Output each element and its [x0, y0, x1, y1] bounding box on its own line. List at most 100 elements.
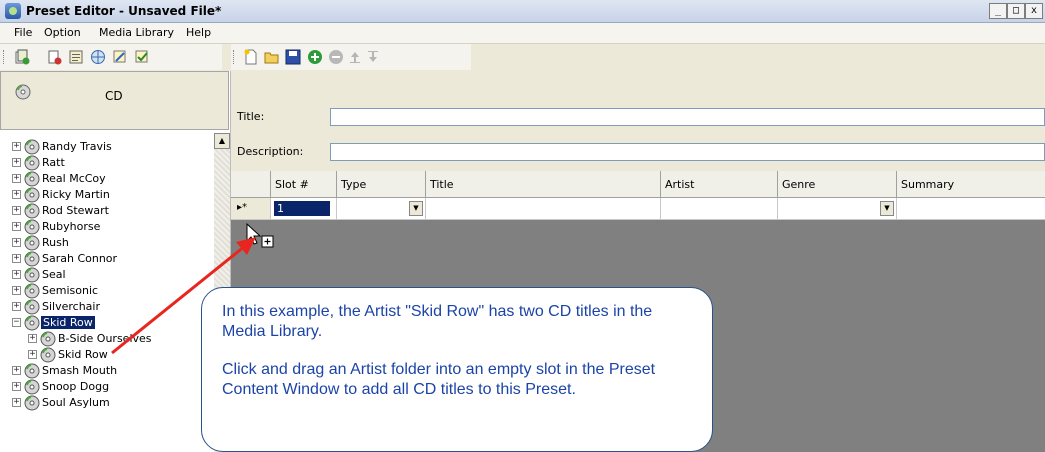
callout-text-1: In this example, the Artist "Skid Row" h…: [222, 303, 653, 340]
tree-item-snoop-dogg[interactable]: + Snoop Dogg: [0, 379, 214, 395]
tree-item-label: Seal: [42, 268, 66, 281]
column-title[interactable]: Title: [426, 171, 661, 197]
artist-cell[interactable]: [661, 198, 778, 220]
window-controls: _ □ x: [989, 3, 1043, 19]
expand-icon[interactable]: +: [12, 302, 21, 311]
summary-cell[interactable]: [897, 198, 1045, 220]
artist-cd-icon: [24, 235, 40, 251]
minimize-button[interactable]: _: [989, 3, 1007, 19]
callout-text-2: Click and drag an Artist folder into an …: [222, 361, 656, 398]
menu-media-library[interactable]: Media Library: [99, 26, 174, 39]
slot-cell[interactable]: 1: [271, 198, 337, 220]
column-artist[interactable]: Artist: [661, 171, 778, 197]
globe-icon[interactable]: [90, 49, 106, 65]
check-tags-icon[interactable]: [134, 49, 150, 65]
tree-item-randy-travis[interactable]: + Randy Travis: [0, 139, 214, 155]
description-input[interactable]: [330, 143, 1045, 161]
expand-icon[interactable]: +: [28, 350, 37, 359]
properties-icon[interactable]: [68, 49, 84, 65]
open-folder-icon[interactable]: [264, 49, 280, 65]
expand-icon[interactable]: +: [12, 222, 21, 231]
column-genre[interactable]: Genre: [778, 171, 897, 197]
description-label: Description:: [237, 145, 304, 158]
artist-cd-icon: [24, 315, 40, 331]
type-cell[interactable]: ▼: [337, 198, 426, 220]
expand-icon[interactable]: +: [12, 190, 21, 199]
help-callout: In this example, the Artist "Skid Row" h…: [201, 287, 713, 452]
menu-file[interactable]: File: [14, 26, 32, 39]
menu-option[interactable]: Option: [44, 26, 81, 39]
title-label: Title:: [237, 110, 265, 123]
edit-tags-icon[interactable]: [112, 49, 128, 65]
collapse-icon[interactable]: −: [12, 318, 21, 327]
artist-cd-icon: [24, 139, 40, 155]
artist-cd-icon: [24, 155, 40, 171]
expand-icon[interactable]: +: [12, 398, 21, 407]
window-title: Preset Editor - Unsaved File*: [26, 4, 222, 18]
expand-icon[interactable]: +: [12, 270, 21, 279]
column-slot[interactable]: Slot #: [271, 171, 337, 197]
expand-icon[interactable]: +: [12, 142, 21, 151]
expand-icon[interactable]: +: [12, 366, 21, 375]
tree-item-label: Randy Travis: [42, 140, 112, 153]
close-button[interactable]: x: [1025, 3, 1043, 19]
expand-icon[interactable]: +: [12, 382, 21, 391]
cd-label: CD: [105, 89, 123, 103]
tree-item-soul-asylum[interactable]: + Soul Asylum: [0, 395, 214, 411]
cd-icon: [15, 84, 31, 100]
move-down-icon[interactable]: [365, 49, 381, 65]
title-input[interactable]: [330, 108, 1045, 126]
tree-item-real-mccoy[interactable]: + Real McCoy: [0, 171, 214, 187]
type-dropdown-icon[interactable]: ▼: [409, 201, 423, 216]
artist-cd-icon: [24, 203, 40, 219]
tree-item-label: Silverchair: [42, 300, 100, 313]
app-icon: [5, 3, 21, 19]
expand-icon[interactable]: +: [12, 238, 21, 247]
toolbar-grip[interactable]: [3, 50, 7, 64]
genre-dropdown-icon[interactable]: ▼: [880, 201, 894, 216]
expand-icon[interactable]: +: [12, 254, 21, 263]
artist-cd-icon: [24, 171, 40, 187]
add-slot-icon[interactable]: [307, 49, 323, 65]
artist-cd-icon: [24, 283, 40, 299]
expand-icon[interactable]: +: [12, 206, 21, 215]
tree-item-ricky-martin[interactable]: + Ricky Martin: [0, 187, 214, 203]
tree-item-label: Snoop Dogg: [42, 380, 110, 393]
artist-cd-icon: [24, 267, 40, 283]
toolbar-grip-2[interactable]: [233, 50, 237, 64]
genre-cell[interactable]: ▼: [778, 198, 897, 220]
save-icon[interactable]: [285, 49, 301, 65]
column-summary[interactable]: Summary: [897, 171, 1045, 197]
menu-help[interactable]: Help: [186, 26, 211, 39]
remove-slot-icon[interactable]: [328, 49, 344, 65]
table-row[interactable]: ▸* 1 ▼ ▼: [231, 198, 1045, 220]
title-cell[interactable]: [426, 198, 661, 220]
add-library-icon[interactable]: [14, 49, 30, 65]
maximize-button[interactable]: □: [1007, 3, 1025, 19]
artist-cd-icon: [24, 251, 40, 267]
expand-icon[interactable]: +: [28, 334, 37, 343]
preset-toolbar: [231, 44, 471, 70]
artist-cd-icon: [24, 363, 40, 379]
tree-item-rod-stewart[interactable]: + Rod Stewart: [0, 203, 214, 219]
expand-icon[interactable]: +: [12, 174, 21, 183]
tree-item-ratt[interactable]: + Ratt: [0, 155, 214, 171]
expand-icon[interactable]: +: [12, 286, 21, 295]
scroll-up-icon[interactable]: ▲: [214, 133, 230, 149]
album-cd-icon: [40, 347, 56, 363]
remove-library-icon[interactable]: [46, 49, 62, 65]
artist-cd-icon: [24, 219, 40, 235]
cd-category-button[interactable]: CD: [0, 71, 229, 130]
tree-item-label: Semisonic: [42, 284, 99, 297]
title-bar: Preset Editor - Unsaved File* _ □ x: [0, 0, 1045, 23]
tree-item-label: Rod Stewart: [42, 204, 109, 217]
column-type[interactable]: Type: [337, 171, 426, 197]
grid-header: Slot # Type Title Artist Genre Summary: [231, 171, 1045, 198]
artist-cd-icon: [24, 187, 40, 203]
move-up-icon[interactable]: [347, 49, 363, 65]
menu-bar: File Option Media Library Help: [0, 23, 1045, 44]
tree-item-label: Rush: [42, 236, 69, 249]
tree-item-label: Rubyhorse: [42, 220, 101, 233]
new-file-icon[interactable]: [243, 49, 259, 65]
expand-icon[interactable]: +: [12, 158, 21, 167]
